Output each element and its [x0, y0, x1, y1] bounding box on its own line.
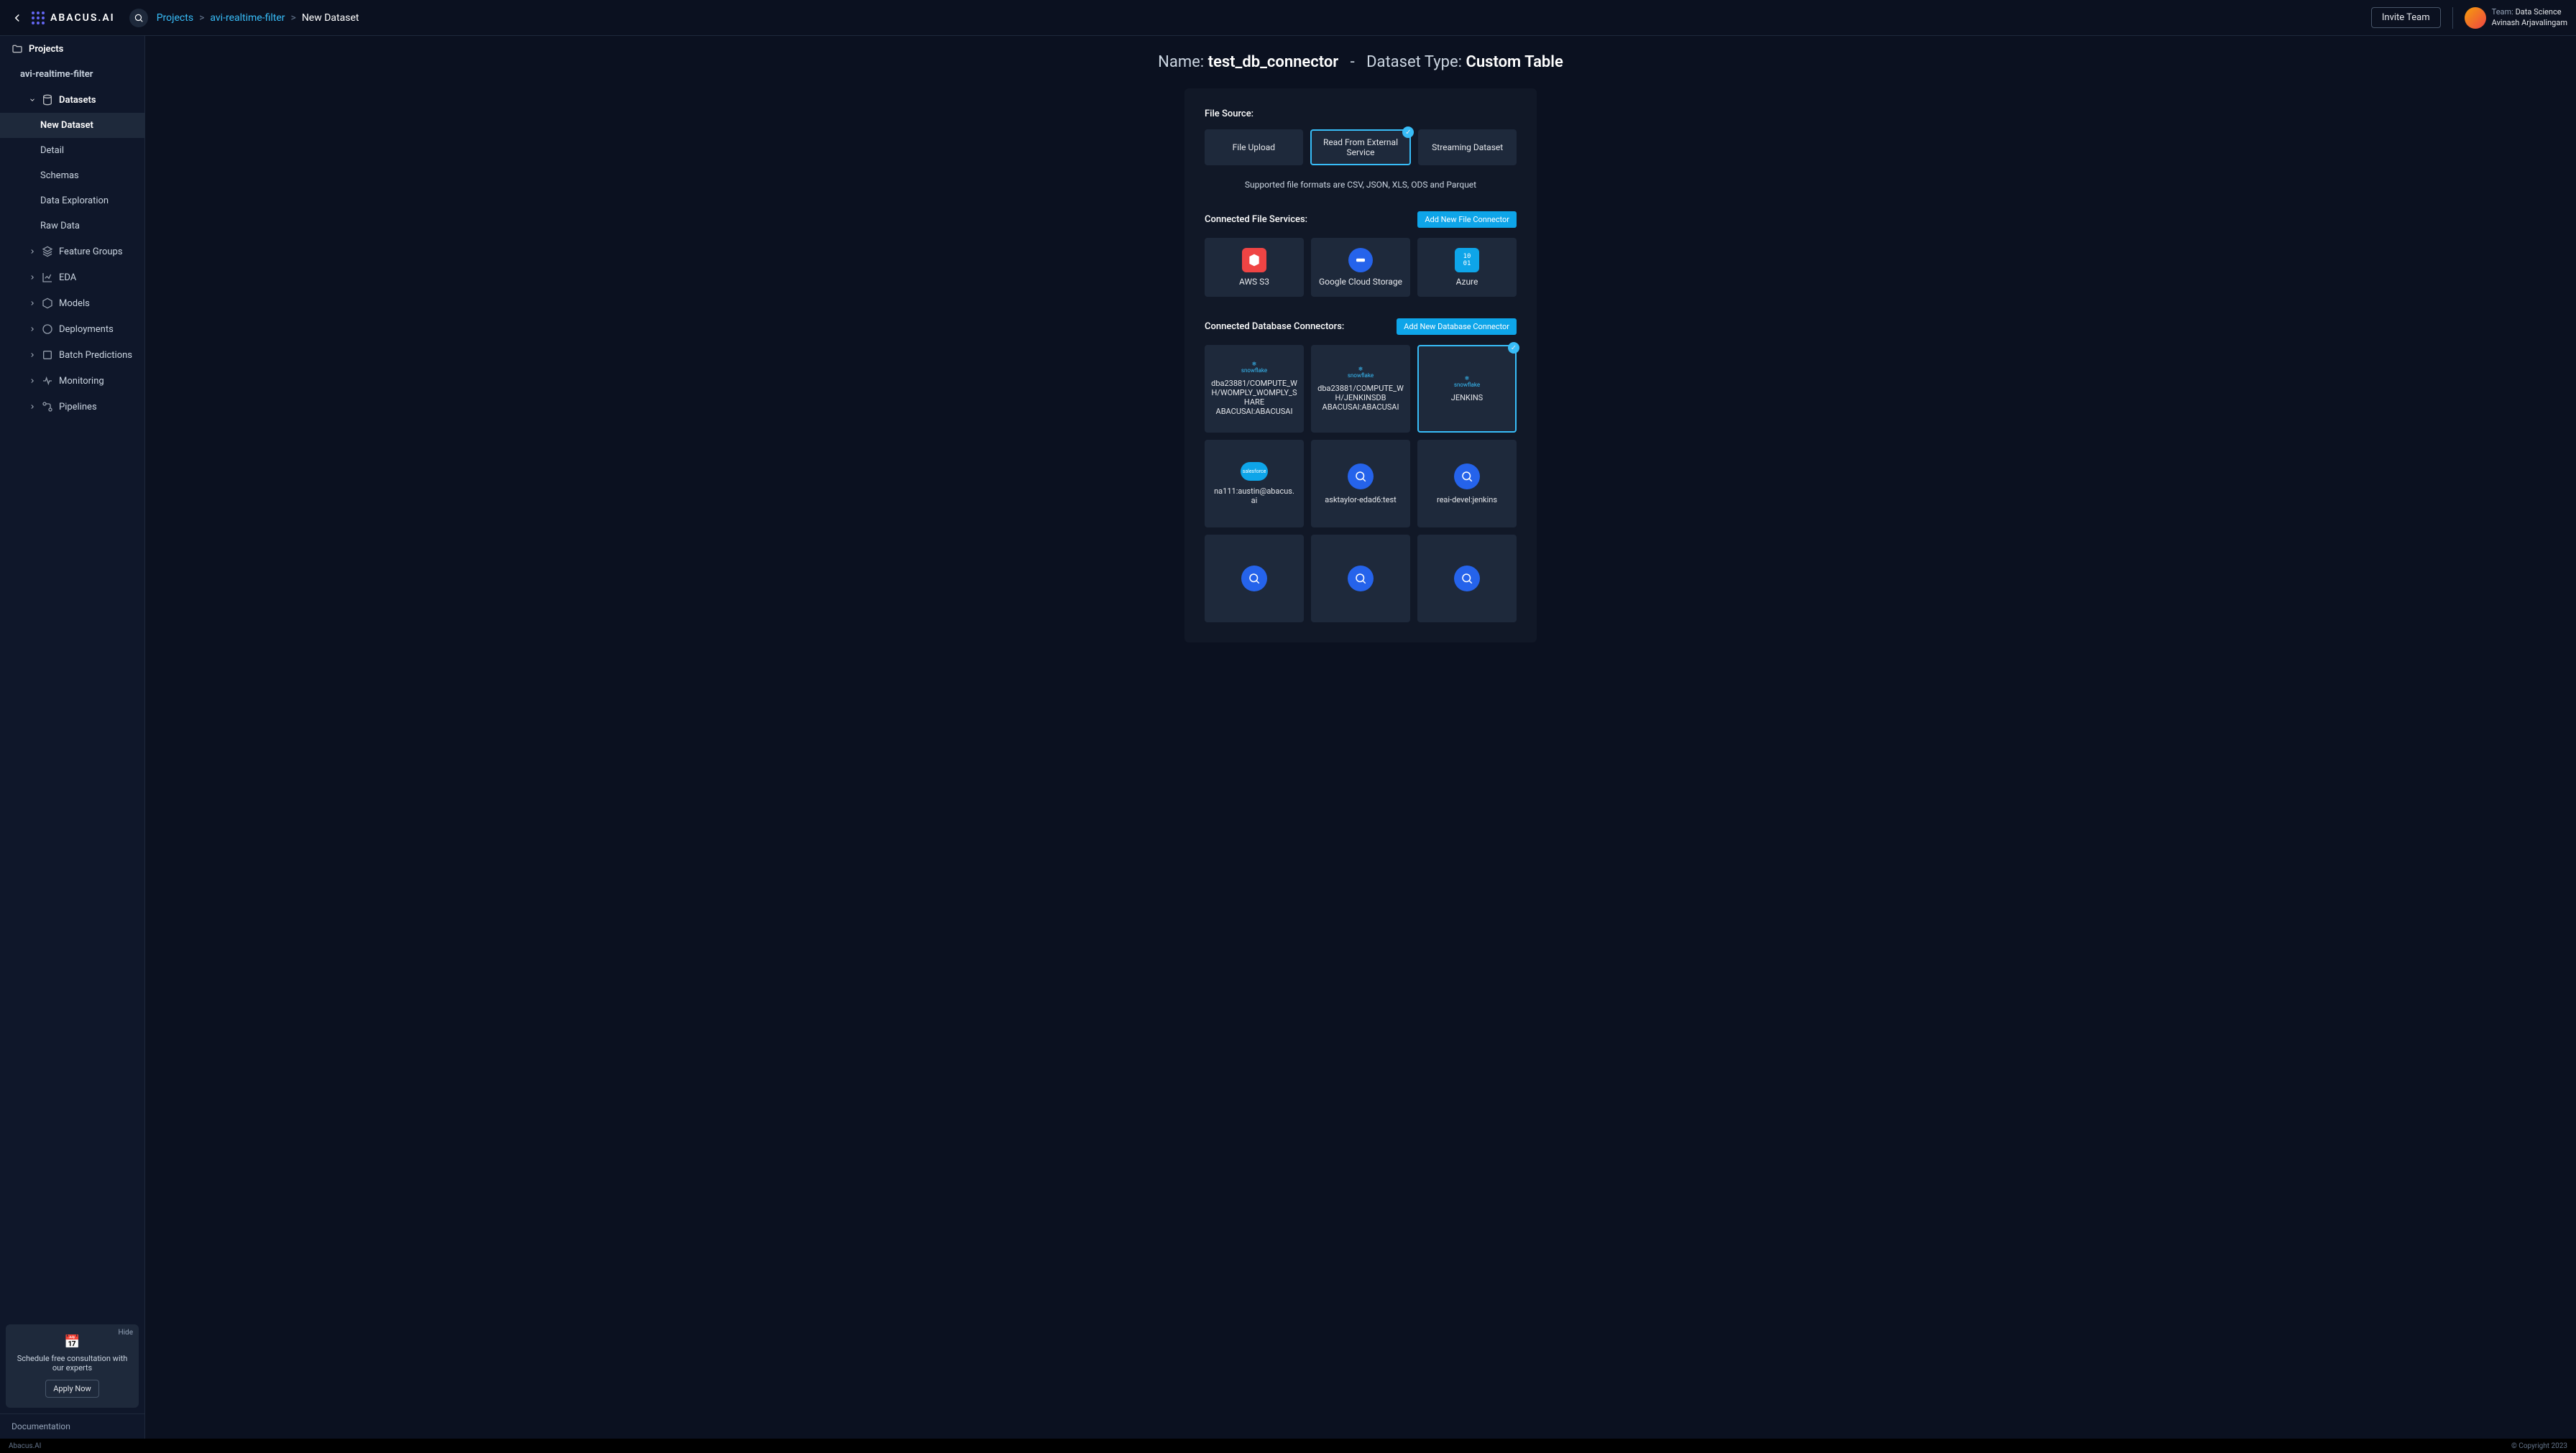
sidebar-eda[interactable]: EDA: [0, 264, 144, 290]
chevron-right-icon: [29, 351, 36, 359]
avatar: [2465, 7, 2486, 29]
chevron-right-icon: [29, 274, 36, 281]
folder-icon: [12, 43, 23, 55]
connector-gcs[interactable]: Google Cloud Storage: [1311, 238, 1410, 297]
sidebar-schemas[interactable]: Schemas: [0, 163, 144, 188]
sidebar-projects[interactable]: Projects: [0, 36, 144, 62]
user-name: Avinash Arjavalingam: [2492, 18, 2567, 28]
team-name: Data Science: [2516, 7, 2562, 17]
azure-icon: 1001: [1455, 248, 1479, 272]
promo-card: Hide 📅 Schedule free consultation with o…: [6, 1324, 139, 1408]
gcs-icon: [1348, 248, 1373, 272]
logo-text: ABACUS.AI: [50, 12, 115, 24]
db-connector-2[interactable]: ❄ snowflake dba23881/COMPUTE_WH/JENKINSD…: [1311, 345, 1410, 433]
list-icon: [42, 349, 53, 361]
db-connector-3[interactable]: ✓ ❄ snowflake JENKINS: [1417, 345, 1517, 433]
calendar-icon: 📅: [16, 1334, 129, 1350]
invite-team-button[interactable]: Invite Team: [2371, 7, 2441, 28]
apply-now-button[interactable]: Apply Now: [45, 1380, 99, 1398]
sidebar: Projects avi-realtime-filter Datasets Ne…: [0, 36, 145, 1439]
page-title: Name: test_db_connector - Dataset Type: …: [145, 36, 2576, 88]
chevron-right-icon: [29, 300, 36, 307]
sidebar-raw-data[interactable]: Raw Data: [0, 213, 144, 239]
db-connector-8[interactable]: [1311, 535, 1410, 622]
connector-aws-s3[interactable]: AWS S3: [1205, 238, 1304, 297]
breadcrumb-project[interactable]: avi-realtime-filter: [210, 12, 285, 24]
add-db-connector-button[interactable]: Add New Database Connector: [1397, 318, 1517, 335]
bigquery-icon: [1454, 566, 1480, 591]
add-file-connector-button[interactable]: Add New File Connector: [1417, 211, 1517, 228]
connector-azure[interactable]: 1001 Azure: [1417, 238, 1517, 297]
source-external-service[interactable]: Read From External Service ✓: [1310, 129, 1412, 165]
breadcrumb-projects[interactable]: Projects: [157, 12, 193, 24]
db-connector-7[interactable]: [1205, 535, 1304, 622]
breadcrumb: Projects > avi-realtime-filter > New Dat…: [157, 12, 359, 24]
file-services-label: Connected File Services:: [1205, 214, 1307, 225]
check-icon: ✓: [1402, 126, 1414, 138]
main-content: Name: test_db_connector - Dataset Type: …: [145, 36, 2576, 1439]
database-icon: [42, 94, 53, 106]
chevron-right-icon: [29, 403, 36, 410]
bigquery-icon: [1348, 566, 1374, 591]
file-source-label: File Source:: [1205, 109, 1517, 119]
chevron-right-icon: [29, 326, 36, 333]
sidebar-monitoring[interactable]: Monitoring: [0, 368, 144, 394]
rocket-icon: [42, 323, 53, 335]
config-panel: File Source: File Upload Read From Exter…: [1184, 88, 1537, 642]
promo-hide[interactable]: Hide: [118, 1329, 133, 1337]
snowflake-icon: ❄ snowflake: [1453, 376, 1481, 387]
chevron-right-icon: [29, 248, 36, 255]
topbar: ABACUS.AI Projects > avi-realtime-filter…: [0, 0, 2576, 36]
check-icon: ✓: [1508, 342, 1519, 354]
source-file-upload[interactable]: File Upload: [1205, 129, 1303, 165]
footer-copyright: © Copyright 2023: [2511, 1442, 2567, 1450]
sidebar-batch-predictions[interactable]: Batch Predictions: [0, 342, 144, 368]
flow-icon: [42, 401, 53, 412]
bigquery-icon: [1454, 463, 1480, 489]
breadcrumb-current: New Dataset: [302, 12, 359, 24]
breadcrumb-sep: >: [199, 12, 204, 24]
sidebar-datasets[interactable]: Datasets: [0, 87, 144, 113]
monitor-icon: [42, 375, 53, 387]
breadcrumb-sep: >: [290, 12, 295, 24]
logo[interactable]: ABACUS.AI: [32, 9, 115, 27]
salesforce-icon: salesforce: [1241, 462, 1268, 481]
sidebar-data-exploration[interactable]: Data Exploration: [0, 188, 144, 213]
s3-icon: [1242, 248, 1266, 272]
bigquery-icon: [1241, 566, 1267, 591]
footer-brand: Abacus.AI: [9, 1442, 41, 1450]
documentation-link[interactable]: Documentation: [0, 1413, 144, 1439]
db-connector-1[interactable]: ❄ snowflake dba23881/COMPUTE_WH/WOMPLY_W…: [1205, 345, 1304, 433]
db-connector-5[interactable]: asktaylor-edad6:test: [1311, 440, 1410, 527]
chart-icon: [42, 272, 53, 283]
footer: Abacus.AI © Copyright 2023: [0, 1439, 2576, 1453]
db-connector-4[interactable]: salesforce na111:austin@abacus. ai: [1205, 440, 1304, 527]
db-connector-6[interactable]: reai-devel:jenkins: [1417, 440, 1517, 527]
db-connector-9[interactable]: [1417, 535, 1517, 622]
snowflake-icon: ❄ snowflake: [1346, 366, 1375, 378]
promo-text: Schedule free consultation with our expe…: [16, 1354, 129, 1373]
bigquery-icon: [1348, 463, 1374, 489]
chevron-right-icon: [29, 377, 36, 384]
back-button[interactable]: [9, 9, 26, 27]
sidebar-pipelines[interactable]: Pipelines: [0, 394, 144, 420]
team-label: Team:: [2492, 7, 2513, 17]
layers-icon: [42, 246, 53, 257]
db-connectors-label: Connected Database Connectors:: [1205, 321, 1344, 332]
sidebar-new-dataset[interactable]: New Dataset: [0, 113, 144, 138]
cube-icon: [42, 297, 53, 309]
sidebar-project-name[interactable]: avi-realtime-filter: [0, 62, 144, 87]
sidebar-models[interactable]: Models: [0, 290, 144, 316]
source-streaming[interactable]: Streaming Dataset: [1418, 129, 1517, 165]
sidebar-feature-groups[interactable]: Feature Groups: [0, 239, 144, 264]
sidebar-detail[interactable]: Detail: [0, 138, 144, 163]
chevron-down-icon: [29, 96, 36, 103]
sidebar-deployments[interactable]: Deployments: [0, 316, 144, 342]
supported-formats: Supported file formats are CSV, JSON, XL…: [1205, 180, 1517, 190]
snowflake-icon: ❄ snowflake: [1240, 361, 1269, 373]
team-info[interactable]: Team: Data Science Avinash Arjavalingam: [2452, 7, 2567, 29]
search-button[interactable]: [129, 9, 148, 27]
